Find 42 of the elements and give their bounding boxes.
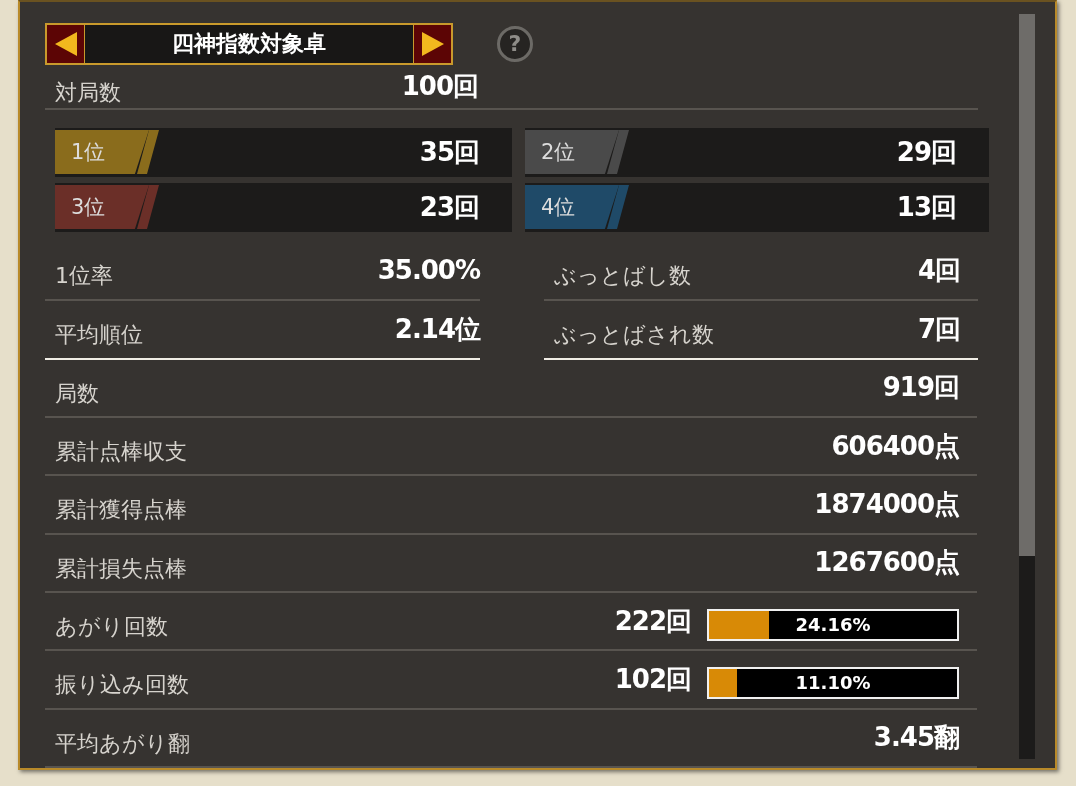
rank-count: 23回 [419,190,480,224]
stripe-icon [607,185,629,229]
next-button[interactable] [413,24,451,63]
right-triangle-icon [421,31,444,56]
stat-value: 100回 [401,70,478,103]
stat-label: 累計損失点棒 [54,554,187,583]
stat-value: 919回 [882,371,959,405]
scroll-thumb[interactable] [1019,14,1035,556]
stat-label: 1位率 [54,262,113,290]
stat-label: 平均あがり翻 [54,729,190,758]
rank-count: 35回 [419,135,480,169]
stat-label: ぶっとばされ数 [553,321,714,349]
rank-count: 13回 [896,190,957,224]
stripe-icon [137,130,159,174]
previous-button[interactable] [47,24,85,63]
stat-value: 1874000点 [814,487,959,521]
rate-percent: 11.10% [794,671,872,696]
stat-value: 222回 [614,604,691,638]
stat-label: あがり回数 [54,613,168,642]
rate-percent: 24.16% [794,613,872,638]
stat-label: 振り込み回数 [54,671,189,700]
stat-value: 35.00% [377,255,480,285]
stripe-icon [607,130,629,174]
stat-value: 7回 [917,312,961,346]
stat-label: ぶっとばし数 [553,262,691,290]
stat-value: 4回 [917,253,961,287]
stat-label: 累計点棒収支 [54,438,187,467]
stat-value: 1267600点 [814,546,959,580]
stat-value: 102回 [614,662,691,696]
stat-value: 3.45翻 [873,721,959,755]
stat-value: 606400点 [831,429,959,463]
left-triangle-icon [54,31,77,56]
stripe-icon [137,185,159,229]
stat-label: 累計獲得点棒 [54,496,187,525]
rank-count: 29回 [896,135,957,169]
stat-value: 2.14位 [394,312,480,346]
stat-label: 対局数 [54,78,121,107]
scrollbar[interactable] [1019,14,1035,759]
selector-title: 四神指数対象卓 [171,29,327,58]
stat-label: 局数 [54,379,99,408]
stat-label: 平均順位 [54,321,143,349]
help-button[interactable]: ? [497,25,533,62]
